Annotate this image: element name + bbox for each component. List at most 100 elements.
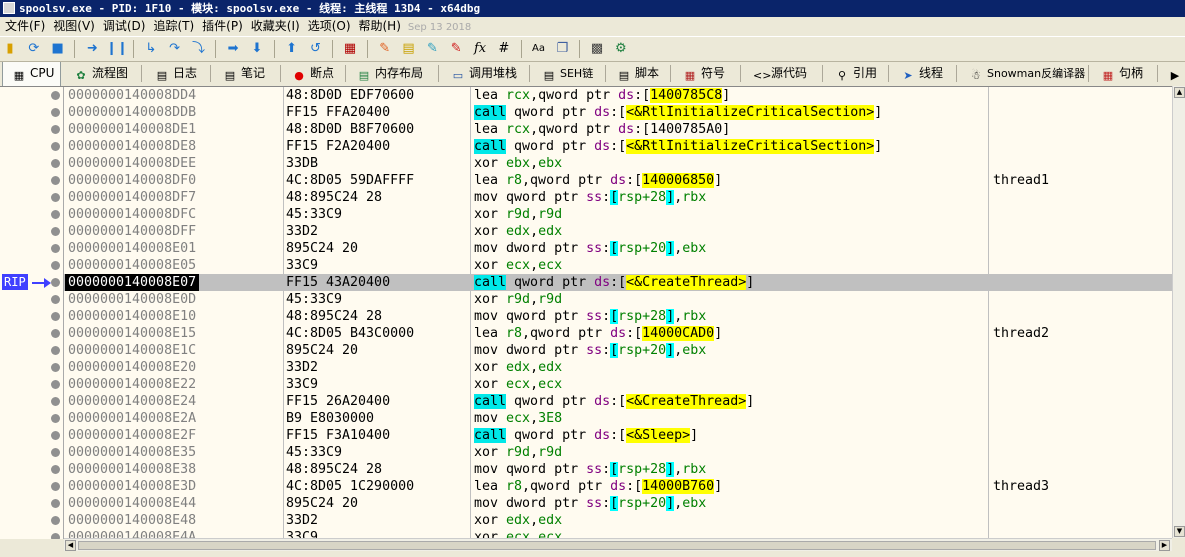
disassembly-row[interactable]: 0000000140008E44 895C24 20 mov dword ptr s… — [64, 495, 1172, 512]
disassembly-row[interactable]: 0000000140008E22 33C9 xor ecx,ecx — [64, 376, 1172, 393]
tab-log[interactable]: ▤ 日志 — [155, 62, 197, 85]
disassembly-row[interactable]: 0000000140008E24 FF15 26A20400 call qword … — [64, 393, 1172, 410]
menu-file[interactable]: 文件(F) — [0, 17, 48, 35]
disassembly-row[interactable]: 0000000140008DEE 33DB xor ebx,ebx — [64, 155, 1172, 172]
breakpoint-dot-icon[interactable] — [51, 295, 60, 304]
breakpoint-dot-icon[interactable] — [51, 312, 60, 321]
breakpoint-hardware-icon[interactable]: ▦ — [340, 39, 360, 59]
horizontal-scrollbar[interactable]: ◀ ▶ — [64, 538, 1172, 552]
animate-icon[interactable]: ⬆ — [282, 39, 302, 59]
disassembly-row[interactable]: 0000000140008DF0 4C:8D05 59DAFFFF lea r8,q… — [64, 172, 1172, 189]
tab-references[interactable]: ⚲ 引用 — [835, 62, 877, 85]
breakpoint-dot-icon[interactable] — [51, 244, 60, 253]
tab-breakpoints[interactable]: ● 断点 — [292, 62, 334, 85]
disassembly-row[interactable]: 0000000140008DFF 33D2 xor edx,edx — [64, 223, 1172, 240]
step-over-icon[interactable]: ↷ — [165, 39, 185, 59]
open-icon[interactable]: ▮ — [0, 39, 20, 59]
patch-icon[interactable]: ✎ — [375, 39, 395, 59]
disassembly-row[interactable]: 0000000140008E07 FF15 43A20400 call qword … — [64, 274, 1172, 291]
tab-script[interactable]: ▤ 脚本 — [617, 62, 659, 85]
scroll-up-icon[interactable]: ▲ — [1174, 87, 1185, 98]
disassembly-row[interactable]: 0000000140008E0D 45:33C9 xor r9d,r9d — [64, 291, 1172, 308]
stop-icon[interactable]: ■ — [48, 39, 68, 59]
disassembly-row[interactable]: 0000000140008E48 33D2 xor edx,edx — [64, 512, 1172, 529]
tab-threads[interactable]: ➤ 线程 — [901, 62, 943, 85]
disassembly-row[interactable]: 0000000140008E38 48:895C24 28 mov qword pt… — [64, 461, 1172, 478]
disassembly-row[interactable]: 0000000140008E1C 895C24 20 mov dword ptr s… — [64, 342, 1172, 359]
comment-icon[interactable]: ✎ — [446, 39, 466, 59]
breakpoint-gutter[interactable]: RIP — [0, 87, 64, 539]
breakpoint-dot-icon[interactable] — [51, 227, 60, 236]
disassembly-row[interactable]: 0000000140008DDB FF15 FFA20400 call qword … — [64, 104, 1172, 121]
breakpoint-dot-icon[interactable] — [51, 465, 60, 474]
scroll-right-icon[interactable]: ▶ — [1159, 540, 1170, 551]
tab-call-stack[interactable]: ▭ 调用堆栈 — [451, 62, 517, 85]
disassembly-row[interactable]: 0000000140008E10 48:895C24 28 mov qword pt… — [64, 308, 1172, 325]
vertical-scrollbar[interactable]: ▲ ▼ — [1172, 86, 1185, 538]
disassembly-row[interactable]: 0000000140008E35 45:33C9 xor r9d,r9d — [64, 444, 1172, 461]
tab-notes[interactable]: ▤ 笔记 — [223, 62, 265, 85]
tab-graph[interactable]: ✿ 流程图 — [74, 62, 128, 85]
menu-debug[interactable]: 调试(D) — [98, 17, 149, 35]
scroll-left-icon[interactable]: ◀ — [65, 540, 76, 551]
copy-icon[interactable]: ❐ — [552, 39, 572, 59]
breakpoint-dot-icon[interactable] — [51, 261, 60, 270]
breakpoint-dot-icon[interactable] — [51, 380, 60, 389]
breakpoint-dot-icon[interactable] — [51, 533, 60, 539]
trace-into-icon[interactable]: ⬇ — [247, 39, 267, 59]
disassembly-row[interactable]: 0000000140008E3D 4C:8D05 1C290000 lea r8,q… — [64, 478, 1172, 495]
pause-icon[interactable]: ❙❙ — [106, 39, 128, 59]
breakpoint-dot-icon[interactable] — [51, 448, 60, 457]
disassembly-row[interactable]: 0000000140008E2F FF15 F3A10400 call qword … — [64, 427, 1172, 444]
disassembly-row[interactable]: 0000000140008DFC 45:33C9 xor r9d,r9d — [64, 206, 1172, 223]
disassembly-row[interactable]: 0000000140008DF7 48:895C24 28 mov qword pt… — [64, 189, 1172, 206]
breakpoint-dot-icon[interactable] — [51, 142, 60, 151]
scroll-thumb[interactable] — [78, 541, 1156, 550]
breakpoint-dot-icon[interactable] — [51, 91, 60, 100]
breakpoint-dot-icon[interactable] — [51, 176, 60, 185]
breakpoint-dot-icon[interactable] — [51, 193, 60, 202]
breakpoint-dot-icon[interactable] — [51, 363, 60, 372]
disassembly-row[interactable]: 0000000140008E05 33C9 xor ecx,ecx — [64, 257, 1172, 274]
tab-symbols[interactable]: ▦ 符号 — [683, 62, 725, 85]
disassembly-row[interactable]: 0000000140008E01 895C24 20 mov dword ptr s… — [64, 240, 1172, 257]
breakpoint-dot-icon[interactable] — [51, 499, 60, 508]
menu-options[interactable]: 选项(O) — [303, 17, 354, 35]
settings-icon[interactable]: ⚙ — [611, 39, 631, 59]
tab-cpu[interactable]: ▦ CPU — [2, 62, 61, 86]
scroll-down-icon[interactable]: ▼ — [1174, 526, 1185, 537]
disassembly-row[interactable]: 0000000140008DE1 48:8D0D B8F70600 lea rcx,… — [64, 121, 1172, 138]
bookmark-icon[interactable]: ▤ — [399, 39, 419, 59]
breakpoint-dot-icon[interactable] — [51, 125, 60, 134]
tab-memory-map[interactable]: ▤ 内存布局 — [357, 62, 423, 85]
menu-favourites[interactable]: 收藏夹(I) — [246, 17, 303, 35]
step-back-icon[interactable]: ↺ — [305, 39, 325, 59]
tab-snowman[interactable]: ☃ Snowman反编译器 — [969, 62, 1085, 85]
breakpoint-dot-icon[interactable] — [51, 108, 60, 117]
tab-handles[interactable]: ▦ 句柄 — [1101, 62, 1143, 85]
disassembly-row[interactable]: 0000000140008E2A B9 E8030000 mov ecx,3E8 — [64, 410, 1172, 427]
run-to-user-code-icon[interactable]: ⤵ — [188, 39, 208, 59]
breakpoint-dot-icon[interactable] — [51, 329, 60, 338]
disassembly-row[interactable]: 0000000140008DD4 48:8D0D EDF70600 lea rcx,… — [64, 87, 1172, 104]
breakpoint-dot-icon[interactable] — [51, 431, 60, 440]
restart-icon[interactable]: ⟳ — [24, 39, 44, 59]
disassembly-view[interactable]: RIP 0000000140008DD4 48:8D0D EDF70600 lea … — [0, 86, 1172, 539]
step-into-icon[interactable]: ↳ — [141, 39, 161, 59]
breakpoint-dot-icon[interactable] — [51, 516, 60, 525]
breakpoint-dot-icon[interactable] — [51, 482, 60, 491]
breakpoint-dot-icon[interactable] — [51, 210, 60, 219]
disassembly-row[interactable]: 0000000140008DE8 FF15 F2A20400 call qword … — [64, 138, 1172, 155]
breakpoint-dot-icon[interactable] — [51, 278, 60, 287]
breakpoint-dot-icon[interactable] — [51, 346, 60, 355]
breakpoint-dot-icon[interactable] — [51, 397, 60, 406]
run-icon[interactable]: ➜ — [82, 39, 102, 59]
disassembly-row[interactable]: 0000000140008E15 4C:8D05 B43C0000 lea r8,q… — [64, 325, 1172, 342]
hash-icon[interactable]: # — [494, 39, 514, 59]
calculator-icon[interactable]: ▩ — [587, 39, 607, 59]
menu-view[interactable]: 视图(V) — [48, 17, 98, 35]
font-icon[interactable]: Aa — [529, 39, 549, 59]
menu-plugins[interactable]: 插件(P) — [197, 17, 246, 35]
breakpoint-dot-icon[interactable] — [51, 414, 60, 423]
menu-trace[interactable]: 追踪(T) — [148, 17, 197, 35]
